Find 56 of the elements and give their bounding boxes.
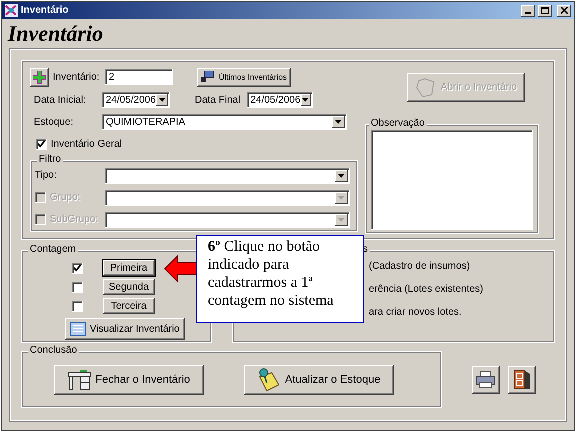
conclusion-title: Conclusão <box>28 345 80 356</box>
dropdown-arrow-icon <box>158 98 166 102</box>
dropdown-arrow-icon <box>338 174 345 178</box>
filter-field[interactable] <box>105 212 350 228</box>
view-inventory-button[interactable]: Visualizar Inventário <box>65 318 185 340</box>
general-inventory-label: Inventário Geral <box>51 138 122 150</box>
observation-field[interactable] <box>371 130 533 230</box>
observation-title: Observação <box>369 118 427 129</box>
info-text: (Cadastro de insumos) <box>369 261 470 272</box>
count-button[interactable]: Primeira <box>103 260 155 276</box>
arrow-icon <box>164 255 198 283</box>
close-icon[interactable] <box>557 4 571 16</box>
count-button[interactable]: Segunda <box>103 279 155 295</box>
door-icon <box>513 370 531 390</box>
maximize-icon[interactable] <box>538 4 552 16</box>
filter-title: Filtro <box>37 154 64 165</box>
stock-label: Estoque: <box>33 116 74 128</box>
end-date-label: Data Final <box>195 94 241 106</box>
monitor-icon <box>201 71 215 83</box>
sticky-note-icon <box>257 368 282 392</box>
dropdown-arrow-icon <box>335 120 342 124</box>
inventory-label: Inventário: <box>53 72 101 82</box>
page-heading: Inventário <box>8 21 104 48</box>
checkbox[interactable] <box>36 138 47 150</box>
filter-label: Tipo: <box>35 170 57 181</box>
inventory-field[interactable]: 2 <box>105 69 173 85</box>
plus-icon <box>33 70 46 84</box>
info-text: ara criar novos lotes. <box>369 307 462 318</box>
desk-icon <box>68 368 92 390</box>
exit-button[interactable] <box>508 366 536 394</box>
printer-icon <box>476 370 496 388</box>
print-button[interactable] <box>472 366 500 394</box>
start-date-field[interactable]: 24/05/2006 <box>102 92 170 108</box>
window-title: Inventário <box>21 5 70 16</box>
conclusion-button[interactable]: Fechar o Inventário <box>54 364 204 394</box>
checkbox[interactable] <box>72 282 83 292</box>
checkbox[interactable] <box>72 262 83 274</box>
dropdown-arrow-icon <box>302 98 310 102</box>
calendar-icon <box>70 322 86 336</box>
dropdown-arrow-icon <box>338 218 345 222</box>
dropdown-arrow-icon <box>338 196 345 200</box>
info-text: erência (Lotes existentes) <box>369 284 484 295</box>
start-date-label: Data Inicial: <box>33 94 88 106</box>
minimize-icon[interactable] <box>521 4 535 16</box>
conclusion-button[interactable]: Atualizar o Estoque <box>244 364 394 394</box>
end-date-field[interactable]: 24/05/2006 <box>246 92 313 108</box>
app-icon <box>5 4 18 17</box>
callout-text: 6º Clique no botão indicado para cadastrarmos a 1ª contagem no sistema <box>196 235 364 323</box>
add-button[interactable] <box>30 68 49 86</box>
filter-field[interactable] <box>105 168 350 184</box>
filter-field[interactable] <box>105 190 350 206</box>
counting-title: Contagem <box>28 244 78 255</box>
checkbox[interactable] <box>72 300 83 312</box>
last-inventories-button[interactable]: Últimos Inventários <box>197 68 292 86</box>
count-button[interactable]: Terceira <box>103 298 155 314</box>
stock-field[interactable]: QUIMIOTERAPIA <box>102 114 347 130</box>
